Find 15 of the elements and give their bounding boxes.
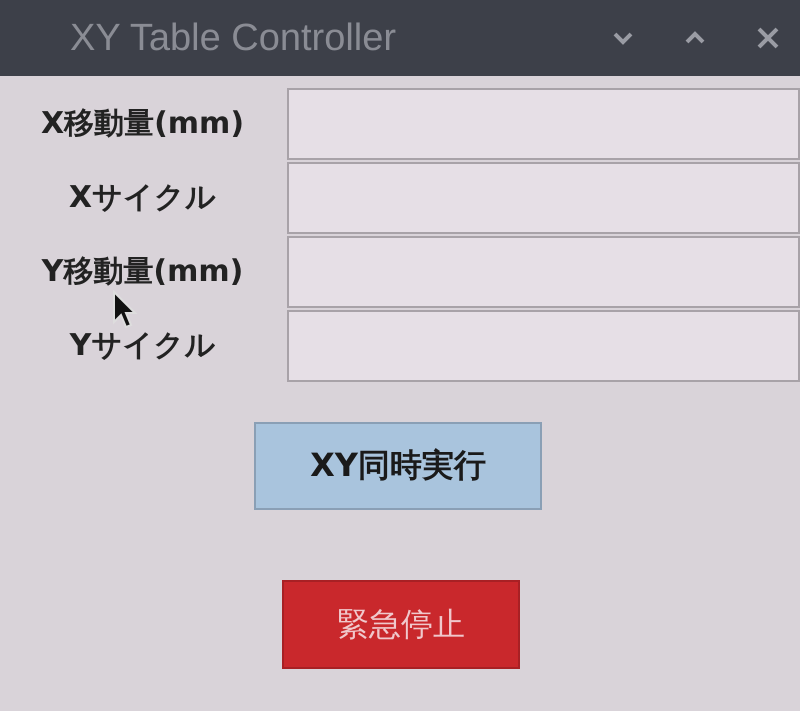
window-title: XY Table Controller — [70, 16, 398, 60]
field-label: Yサイクル — [70, 331, 216, 361]
input-field[interactable] — [287, 88, 800, 160]
maximize-icon[interactable] — [684, 30, 706, 46]
field-label: Xサイクル — [68, 183, 216, 213]
run-button[interactable]: XY同時実行 — [254, 422, 542, 510]
minimize-icon[interactable] — [612, 30, 634, 46]
field-label: Y移動量(mm) — [42, 257, 244, 287]
stop-button[interactable]: 緊急停止 — [282, 580, 520, 669]
input-field[interactable] — [287, 236, 800, 308]
field-label: X移動量(mm) — [40, 109, 244, 139]
close-icon[interactable] — [756, 26, 780, 50]
cursor-icon — [112, 290, 138, 330]
input-field[interactable] — [287, 310, 800, 382]
input-field[interactable] — [287, 162, 800, 234]
